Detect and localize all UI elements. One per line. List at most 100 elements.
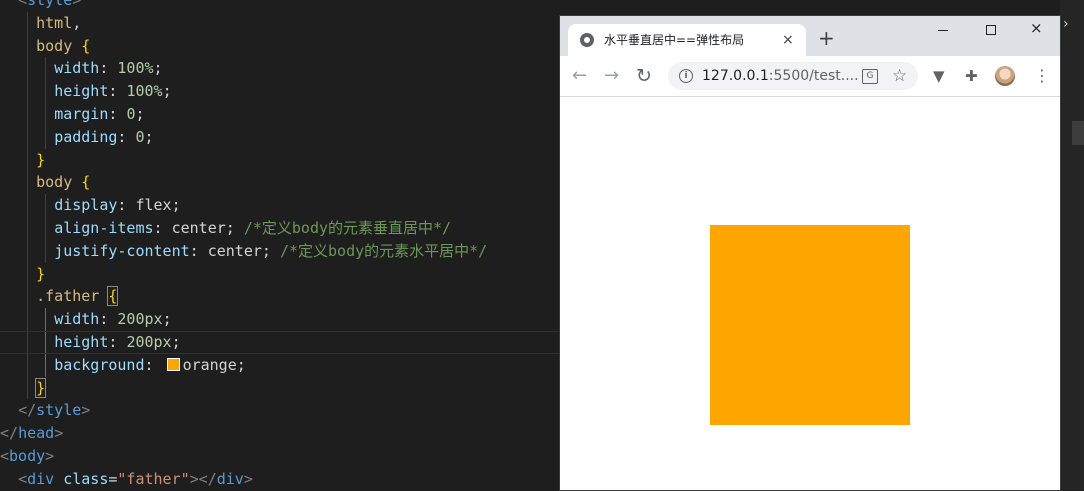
code-line[interactable]: justify-content: center; /*定义body的元素水平居中… xyxy=(0,239,560,263)
code-line[interactable]: html, xyxy=(0,11,560,35)
father-box xyxy=(710,225,910,425)
code-token: div xyxy=(27,469,55,488)
code-token: , xyxy=(72,13,82,32)
indent-guide xyxy=(27,308,28,331)
code-line[interactable]: align-items: center; /*定义body的元素垂直居中*/ xyxy=(0,216,560,240)
code-token: body xyxy=(36,36,73,55)
code-token: { xyxy=(107,286,119,307)
code-token: style xyxy=(36,401,82,420)
translate-icon[interactable]: G xyxy=(862,69,878,84)
code-token: ; xyxy=(144,127,154,146)
code-token: height xyxy=(54,82,109,101)
maximize-icon[interactable] xyxy=(986,25,996,35)
indent-guide xyxy=(27,125,28,149)
code-line[interactable]: </head> xyxy=(0,422,560,445)
url-text[interactable]: 127.0.0.1:5500/test.... xyxy=(702,62,859,90)
code-area[interactable]: <style> html, body { width: 100%; height… xyxy=(0,0,560,491)
code-line[interactable]: } xyxy=(0,262,560,286)
window-close-icon[interactable]: × xyxy=(1030,19,1043,37)
indent-guide xyxy=(27,376,28,400)
menu-kebab-icon[interactable]: ⋮ xyxy=(1034,56,1050,96)
code-line[interactable]: <div class="father"></div> xyxy=(0,468,560,491)
code-line[interactable]: height: 100%; xyxy=(0,80,560,103)
code-token: : xyxy=(108,332,127,351)
code-token: 200px xyxy=(117,310,163,329)
info-icon[interactable]: i xyxy=(679,69,693,83)
code-line[interactable]: body { xyxy=(0,34,560,58)
browser-tab[interactable]: 水平垂直居中==弹性布局 × xyxy=(568,24,806,56)
code-token: display xyxy=(54,196,118,215)
code-token: } xyxy=(36,150,46,169)
code-line[interactable]: <style> xyxy=(0,0,560,12)
indent-guide xyxy=(27,285,28,309)
code-line[interactable]: width: 100%; xyxy=(0,57,560,81)
code-line[interactable]: width: 200px; xyxy=(0,308,560,331)
code-line[interactable]: } xyxy=(0,376,560,400)
code-token: : xyxy=(99,310,118,329)
code-line[interactable]: margin: 0; xyxy=(0,102,560,126)
code-token: background xyxy=(54,355,145,374)
chevron-right-icon[interactable]: › xyxy=(1063,16,1069,32)
code-line[interactable]: </style> xyxy=(0,399,560,422)
extension-icon[interactable]: ▼ xyxy=(933,56,945,96)
code-token: ; xyxy=(135,104,145,123)
code-token: orange; xyxy=(182,355,246,374)
code-token: 0 xyxy=(135,127,145,146)
code-token: { xyxy=(81,173,91,192)
avatar[interactable] xyxy=(995,66,1015,86)
code-token: justify-content xyxy=(54,241,190,260)
code-line[interactable]: } xyxy=(0,148,560,172)
code-line[interactable]: padding: 0; xyxy=(0,125,560,149)
code-token: html xyxy=(36,13,73,32)
code-line[interactable]: display: flex; xyxy=(0,194,560,217)
code-token: "father" xyxy=(117,469,190,488)
code-token: < xyxy=(18,0,28,9)
address-bar[interactable]: i 127.0.0.1:5500/test.... G ☆ xyxy=(668,62,918,90)
indent-guide xyxy=(27,262,28,286)
tab-title: 水平垂直居中==弹性布局 xyxy=(604,33,745,47)
code-token: body xyxy=(9,446,46,465)
code-line[interactable]: body { xyxy=(0,171,560,195)
code-line[interactable]: height: 200px; xyxy=(0,330,560,354)
indent-guide xyxy=(27,34,28,58)
minimize-icon[interactable] xyxy=(938,30,948,31)
indent-guide xyxy=(27,11,28,35)
code-token: width xyxy=(54,310,100,329)
indent-guide xyxy=(27,194,28,217)
indent-guide xyxy=(27,102,28,126)
forward-icon[interactable]: → xyxy=(604,56,619,96)
code-token: class xyxy=(63,469,109,488)
code-token: </ xyxy=(0,424,19,443)
code-token: : xyxy=(108,82,127,101)
code-token: ; xyxy=(153,59,163,78)
code-token: body xyxy=(36,173,73,192)
extensions-puzzle-icon[interactable]: ✚ xyxy=(965,56,978,96)
back-icon[interactable]: ← xyxy=(572,56,587,96)
new-tab-button[interactable]: + xyxy=(818,26,835,50)
reload-icon[interactable]: ↻ xyxy=(636,56,652,96)
bookmark-star-icon[interactable]: ☆ xyxy=(892,62,907,90)
tab-close-icon[interactable]: × xyxy=(782,24,794,56)
code-line[interactable]: background: orange; xyxy=(0,353,560,377)
indent-guide xyxy=(27,353,28,377)
url-path: :5500/test.... xyxy=(768,68,859,84)
code-token: > xyxy=(72,0,82,9)
code-token: 200px xyxy=(126,332,172,351)
code-token: </ xyxy=(18,401,37,420)
code-token: height xyxy=(54,332,109,351)
code-line[interactable]: <body> xyxy=(0,445,560,468)
scrollbar-thumb[interactable] xyxy=(1072,121,1084,145)
code-token: width xyxy=(54,59,100,78)
color-swatch-icon[interactable] xyxy=(166,357,180,371)
indent-guide xyxy=(45,57,46,81)
code-line[interactable]: .father { xyxy=(0,285,560,309)
